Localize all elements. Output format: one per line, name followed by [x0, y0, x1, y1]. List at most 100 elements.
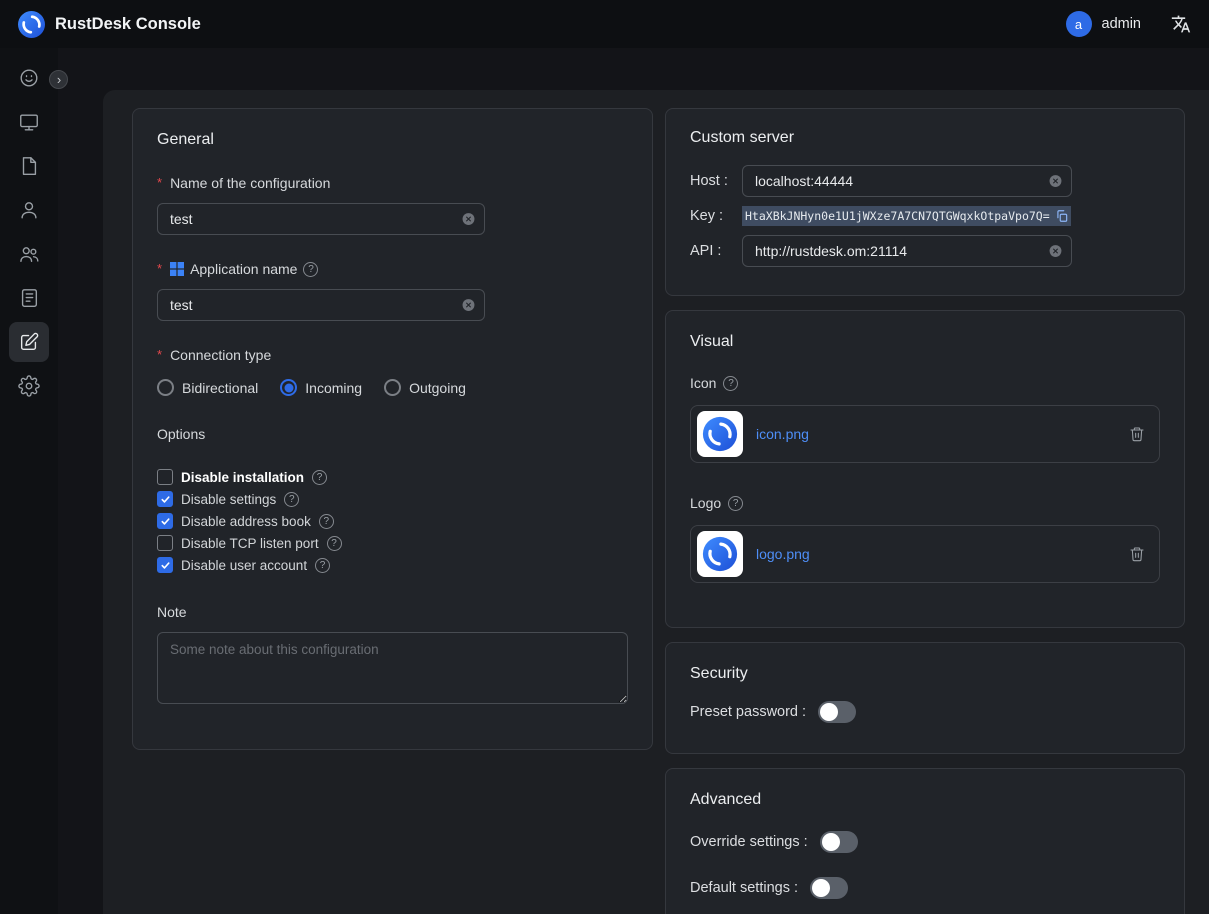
note-textarea[interactable] — [157, 632, 628, 704]
clear-input-icon[interactable] — [461, 298, 476, 313]
icon-filename-link[interactable]: icon.png — [756, 426, 809, 442]
radio-control[interactable] — [384, 379, 401, 396]
required-asterisk — [157, 347, 164, 363]
icon-thumbnail — [697, 411, 743, 457]
config-name-label: Name of the configuration — [157, 175, 628, 191]
api-input[interactable] — [742, 235, 1072, 267]
checkbox-control[interactable] — [157, 513, 173, 529]
application-name-input[interactable] — [157, 289, 485, 321]
note-label: Note — [157, 604, 628, 620]
host-label: Host : — [690, 173, 742, 189]
sidebar — [0, 48, 58, 914]
help-icon[interactable] — [312, 470, 327, 485]
sidebar-item-journal-icon[interactable] — [9, 278, 49, 318]
general-card: General Name of the configuration — [132, 108, 653, 750]
required-asterisk — [157, 261, 164, 277]
radio-control[interactable] — [157, 379, 174, 396]
general-title: General — [157, 131, 628, 149]
default-settings-row: Default settings : — [690, 877, 1160, 899]
key-label: Key : — [690, 208, 742, 224]
sidebar-item-user-icon[interactable] — [9, 190, 49, 230]
radio-incoming[interactable]: Incoming — [280, 379, 362, 396]
preset-password-toggle[interactable] — [818, 701, 856, 723]
radio-control[interactable] — [280, 379, 297, 396]
help-icon[interactable] — [723, 376, 738, 391]
radio-outgoing[interactable]: Outgoing — [384, 379, 466, 396]
main-area: General Name of the configuration — [58, 48, 1209, 914]
user-name[interactable]: admin — [1102, 16, 1142, 32]
checkbox-control[interactable] — [157, 535, 173, 551]
clear-input-icon[interactable] — [1048, 174, 1063, 189]
checkbox-disable-tcp-listen-port[interactable]: Disable TCP listen port — [157, 532, 628, 554]
app-shell: General Name of the configuration — [0, 48, 1209, 914]
sidebar-item-edit-icon[interactable] — [9, 322, 49, 362]
sidebar-item-smiley-icon[interactable] — [9, 58, 49, 98]
visual-card: Visual Icon — [665, 310, 1185, 628]
default-settings-toggle[interactable] — [810, 877, 848, 899]
sidebar-item-settings-icon[interactable] — [9, 366, 49, 406]
security-card: Security Preset password : — [665, 642, 1185, 754]
custom-server-title: Custom server — [690, 129, 1160, 147]
sidebar-item-monitor-icon[interactable] — [9, 102, 49, 142]
override-settings-toggle[interactable] — [820, 831, 858, 853]
override-settings-row: Override settings : — [690, 831, 1160, 853]
help-icon[interactable] — [284, 492, 299, 507]
help-icon[interactable] — [315, 558, 330, 573]
radio-bidirectional[interactable]: Bidirectional — [157, 379, 258, 396]
checkbox-control[interactable] — [157, 491, 173, 507]
clear-input-icon[interactable] — [1048, 244, 1063, 259]
copy-icon[interactable] — [1053, 206, 1071, 226]
clear-input-icon[interactable] — [461, 212, 476, 227]
host-input[interactable] — [742, 165, 1072, 197]
api-label: API : — [690, 243, 742, 259]
language-translate-icon[interactable] — [1171, 14, 1191, 34]
options-checkbox-list: Disable installation Disable settings — [157, 466, 628, 576]
server-key-field: HtaXBkJNHyn0e1U1jWXze7A7CN7QTGWqxkOtpaVp… — [742, 203, 1071, 229]
help-icon[interactable] — [319, 514, 334, 529]
logo-label: Logo — [690, 495, 1160, 511]
logo-filename-link[interactable]: logo.png — [756, 546, 810, 562]
config-name-input[interactable] — [157, 203, 485, 235]
checkbox-control[interactable] — [157, 469, 173, 485]
application-name-label: Application name — [157, 261, 628, 277]
checkbox-disable-installation[interactable]: Disable installation — [157, 466, 628, 488]
delete-icon[interactable] — [1129, 426, 1145, 442]
user-avatar[interactable]: a — [1066, 11, 1092, 37]
custom-server-card: Custom server Host : Key : — [665, 108, 1185, 296]
checkbox-control[interactable] — [157, 557, 173, 573]
help-icon[interactable] — [303, 262, 318, 277]
sidebar-item-users-icon[interactable] — [9, 234, 49, 274]
security-title: Security — [690, 665, 1160, 683]
visual-title: Visual — [690, 333, 1160, 351]
checkbox-disable-user-account[interactable]: Disable user account — [157, 554, 628, 576]
rustdesk-logo-icon — [18, 11, 45, 38]
checkbox-disable-address-book[interactable]: Disable address book — [157, 510, 628, 532]
checkbox-disable-settings[interactable]: Disable settings — [157, 488, 628, 510]
windows-icon — [170, 262, 184, 276]
logo-file-box: logo.png — [690, 525, 1160, 583]
override-settings-label: Override settings : — [690, 834, 808, 850]
required-asterisk — [157, 175, 164, 191]
delete-icon[interactable] — [1129, 546, 1145, 562]
sidebar-expand-button[interactable] — [49, 70, 68, 89]
icon-label: Icon — [690, 375, 1160, 391]
default-settings-label: Default settings : — [690, 880, 798, 896]
app-title: RustDesk Console — [55, 15, 201, 34]
connection-type-radio-group: Bidirectional Incoming Outgoing — [157, 379, 628, 396]
topbar-right: a admin — [1066, 11, 1192, 37]
top-bar: RustDesk Console a admin — [0, 0, 1209, 48]
help-icon[interactable] — [327, 536, 342, 551]
sidebar-item-document-icon[interactable] — [9, 146, 49, 186]
icon-file-box: icon.png — [690, 405, 1160, 463]
connection-type-label: Connection type — [157, 347, 628, 363]
advanced-card: Advanced Override settings : Default set… — [665, 768, 1185, 914]
advanced-title: Advanced — [690, 791, 1160, 809]
logo-thumbnail — [697, 531, 743, 577]
options-label: Options — [157, 426, 628, 442]
preset-password-row: Preset password : — [690, 701, 1160, 723]
brand: RustDesk Console — [18, 11, 201, 38]
content-panel: General Name of the configuration — [103, 90, 1209, 914]
preset-password-label: Preset password : — [690, 704, 806, 720]
help-icon[interactable] — [728, 496, 743, 511]
server-key-value: HtaXBkJNHyn0e1U1jWXze7A7CN7QTGWqxkOtpaVp… — [742, 206, 1053, 226]
